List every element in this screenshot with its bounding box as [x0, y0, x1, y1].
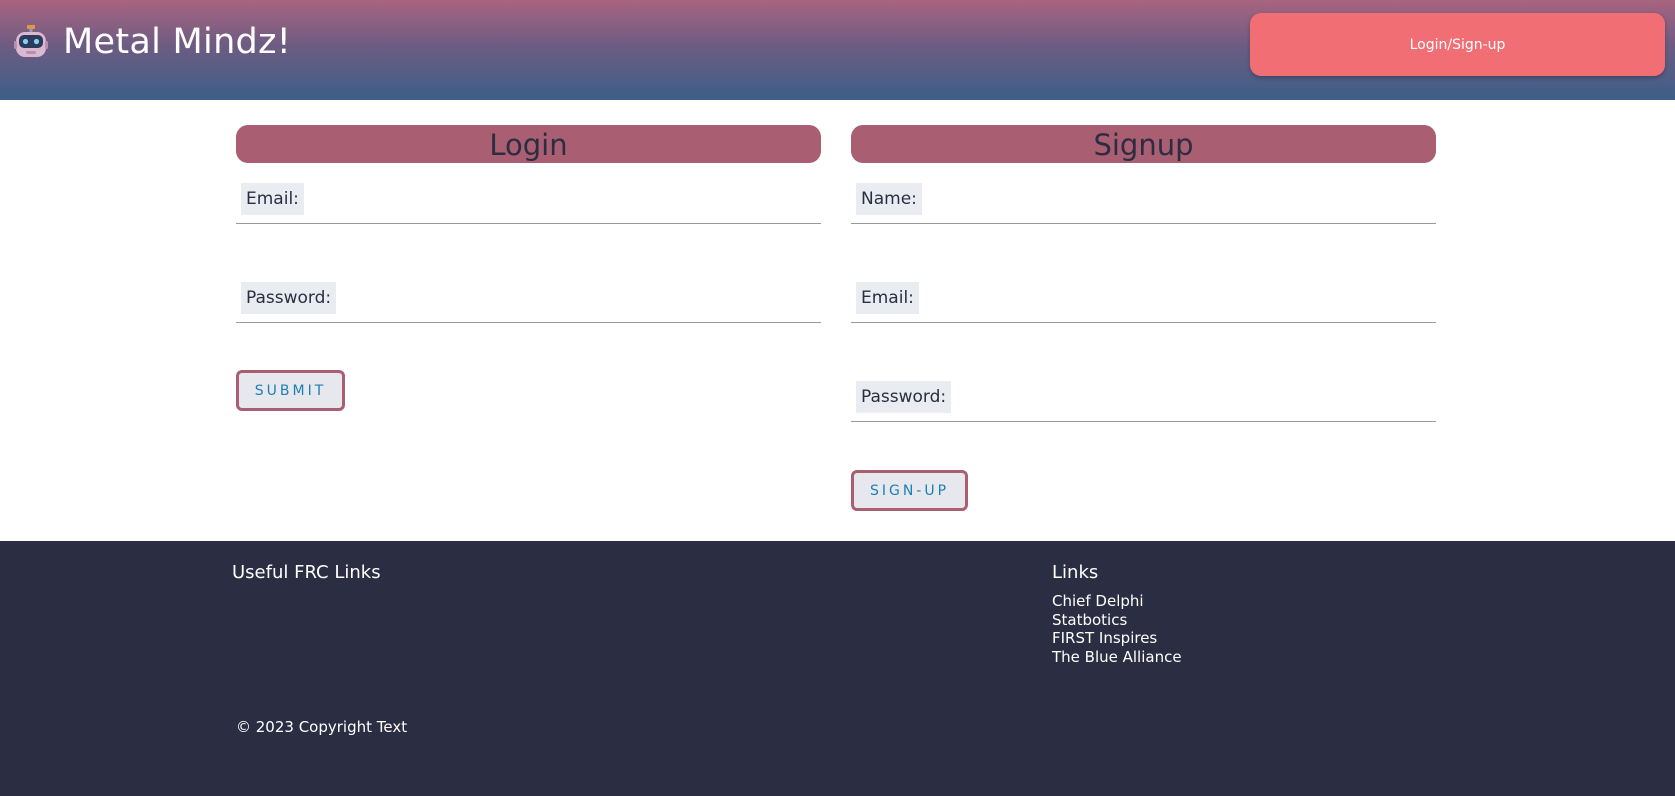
- login-password-input[interactable]: [236, 321, 821, 323]
- login-submit-button[interactable]: SUBMIT: [236, 370, 345, 411]
- signup-email-field: Email:: [851, 224, 1436, 323]
- site-brand[interactable]: Metal Mindz!: [63, 20, 291, 64]
- login-panel: Login Email: Password:: [236, 125, 821, 323]
- footer-link-chief-delphi[interactable]: Chief Delphi: [1052, 592, 1182, 611]
- signup-submit-button[interactable]: SIGN-UP: [851, 470, 968, 511]
- login-email-label: Email:: [241, 183, 304, 215]
- site-header: Metal Mindz! Login/Sign-up: [0, 0, 1675, 100]
- login-password-field: Password:: [236, 224, 821, 323]
- login-email-field: Email:: [236, 125, 821, 224]
- signup-password-field: Password:: [851, 323, 1436, 422]
- signup-password-input[interactable]: [851, 420, 1436, 422]
- signup-password-label: Password:: [856, 381, 952, 413]
- footer-link-first-inspires[interactable]: FIRST Inspires: [1052, 629, 1182, 648]
- footer-link-blue-alliance[interactable]: The Blue Alliance: [1052, 648, 1182, 667]
- signup-email-label: Email:: [856, 282, 919, 314]
- robot-icon[interactable]: [14, 24, 48, 60]
- signup-name-field: Name:: [851, 125, 1436, 224]
- footer-link-statbotics[interactable]: Statbotics: [1052, 611, 1182, 630]
- links-heading: Links: [1052, 562, 1099, 583]
- signup-name-label: Name:: [856, 183, 922, 215]
- login-password-label: Password:: [241, 282, 337, 314]
- signup-panel: Signup Name: Email: Password:: [851, 125, 1436, 422]
- useful-links-heading: Useful FRC Links: [232, 562, 381, 583]
- footer-links-list: Chief Delphi Statbotics FIRST Inspires T…: [1052, 592, 1182, 666]
- site-footer: Useful FRC Links Links Chief Delphi Stat…: [0, 541, 1675, 796]
- login-signup-button[interactable]: Login/Sign-up: [1250, 13, 1665, 76]
- copyright-text: © 2023 Copyright Text: [236, 718, 408, 736]
